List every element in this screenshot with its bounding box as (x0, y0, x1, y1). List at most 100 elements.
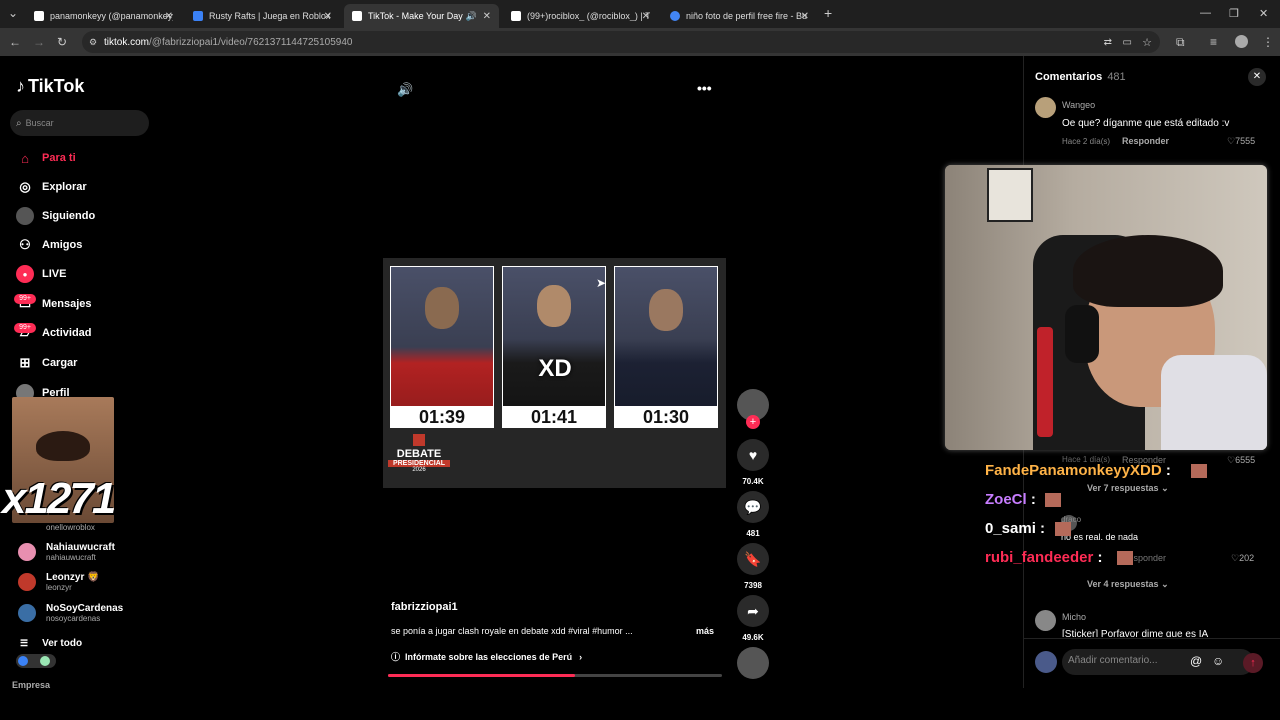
address-bar[interactable]: ⚙ tiktok.com/@fabrizziopai1/video/762137… (82, 31, 1160, 53)
tab-2[interactable]: Rusty Rafts | Juega en Roblox ✕ (185, 4, 340, 28)
tab-3[interactable]: TikTok - Make Your Day 🔊 ✕ (344, 4, 499, 28)
close-icon[interactable]: ✕ (1248, 68, 1266, 86)
nav-live[interactable]: ● LIVE (16, 265, 66, 283)
save-button[interactable]: 🔖 (737, 543, 769, 575)
comment-like[interactable]: ♡6555 (1227, 455, 1255, 466)
search-box[interactable]: ⌕ Buscar (10, 110, 149, 136)
view-replies-7[interactable]: Ver 7 respuestas ⌄ (1087, 483, 1169, 494)
site-info-icon[interactable]: ⚙ (89, 37, 97, 48)
comments-title: Comentarios (1035, 71, 1103, 83)
browser-toolbar: ← → ↻ ⚙ tiktok.com/@fabrizziopai1/video/… (0, 28, 1280, 56)
reload-icon[interactable]: ↻ (57, 35, 67, 49)
extensions-icon[interactable]: ⧉ (1176, 35, 1185, 49)
menu-icon[interactable]: ⋮ (1262, 35, 1274, 49)
account-name: Leonzyr 🦁 (46, 572, 100, 583)
nav-para-ti[interactable]: ⌂ Para ti (16, 149, 76, 167)
minimize-icon[interactable]: — (1200, 7, 1211, 19)
user-avatar (1035, 651, 1057, 673)
chat-user: FandePanamonkeyyXDD (985, 462, 1162, 479)
reply-button[interactable]: Responder (1122, 136, 1169, 146)
account-handle: nosoycardenas (46, 614, 101, 623)
account-item[interactable]: Nahiauwucraft nahiauwucraft (18, 542, 115, 562)
comment-like[interactable]: ♡7555 (1227, 136, 1255, 147)
tab-5[interactable]: niño foto de perfil free fire - Bu ✕ (662, 4, 817, 28)
app-toggle[interactable] (16, 654, 56, 668)
view-replies-4[interactable]: Ver 4 respuestas ⌄ (1087, 579, 1169, 590)
forward-icon[interactable]: → (33, 35, 45, 49)
cast-icon[interactable]: ▭ (1123, 37, 1132, 48)
music-disc[interactable] (737, 647, 769, 679)
media-controls-icon[interactable]: ≡ (1210, 35, 1217, 49)
sticker-icon (1191, 464, 1207, 478)
back-icon[interactable]: ← (9, 35, 21, 49)
reply-text: no es real. de nada (1061, 532, 1139, 542)
comment-avatar[interactable] (1035, 97, 1056, 118)
nav-label: Siguiendo (42, 210, 96, 222)
bookmark-star-icon[interactable]: ☆ (1142, 36, 1152, 49)
chat-user: ZoeCl (985, 491, 1027, 508)
follow-plus-icon[interactable]: + (746, 415, 760, 429)
comment-like[interactable]: ♡202 (1231, 553, 1254, 564)
election-info-link[interactable]: ⓘ Infórmate sobre las elecciones de Perú… (391, 650, 582, 663)
list-icon: ☰ (20, 638, 29, 648)
more-link[interactable]: más (696, 626, 714, 636)
like-button[interactable]: ♥ (737, 439, 769, 471)
close-tab-icon[interactable]: ✕ (642, 11, 650, 22)
close-tab-icon[interactable]: ✕ (801, 11, 809, 22)
chat-line: 0_sami : (985, 520, 1046, 537)
account-item[interactable]: NoSoyCardenas nosoycardenas (18, 603, 123, 623)
comment-input[interactable]: Añadir comentario... @ ☺ (1062, 649, 1254, 675)
friends-icon: ⚇ (19, 237, 31, 252)
candidate-panel-2: XD 01:41 (502, 266, 606, 428)
sticker-icon (1117, 551, 1133, 565)
emoji-icon[interactable]: ☺ (1212, 654, 1224, 668)
nav-cargar[interactable]: ⊞ Cargar (16, 354, 78, 372)
comment-user[interactable]: Wangeo (1062, 100, 1095, 110)
candidate-face (537, 285, 571, 327)
progress-track[interactable] (388, 674, 722, 677)
close-tab-icon[interactable]: ✕ (324, 11, 332, 22)
tab-1[interactable]: panamonkeyy (@panamonkeyy ✕ (26, 4, 181, 28)
chat-user: rubi_fandeeder (985, 549, 1094, 566)
account-handle: nahiauwucraft (46, 553, 96, 562)
share-button[interactable]: ➦ (737, 595, 769, 627)
search-input[interactable]: Buscar (26, 118, 54, 128)
volume-icon[interactable]: 🔊 (397, 82, 413, 98)
live-icon: ● (16, 265, 34, 283)
nav-label: Para ti (42, 152, 76, 164)
translate-icon[interactable]: ⇄ (1104, 37, 1112, 48)
close-tab-icon[interactable]: ✕ (483, 11, 491, 22)
mention-icon[interactable]: @ (1190, 654, 1202, 668)
seal-icon (413, 434, 425, 446)
account-item[interactable]: Leonzyr 🦁 leonzyr (18, 572, 100, 592)
video-player[interactable]: 01:39 XD 01:41 01:30 DEBATE PRESIDENCIAL… (383, 258, 726, 488)
search-icon: ⌕ (16, 117, 22, 129)
comment-user[interactable]: Micho (1062, 612, 1086, 622)
nav-amigos[interactable]: ⚇ Amigos (16, 236, 82, 254)
tab-4[interactable]: (99+)rociblox_ (@rociblox_) | Ti ✕ (503, 4, 658, 28)
tab-search-icon[interactable]: ⌄ (8, 6, 18, 20)
candidate-panel-1: 01:39 (390, 266, 494, 428)
see-all-link[interactable]: ☰ Ver todo (20, 638, 82, 649)
send-icon[interactable]: ↑ (1243, 653, 1263, 673)
candidate-panel-3: 01:30 (614, 266, 718, 428)
close-tab-icon[interactable]: ✕ (165, 11, 173, 22)
debate-year: 2026 (412, 467, 426, 473)
speaker-icon[interactable]: 🔊 (466, 11, 477, 22)
close-window-icon[interactable]: ✕ (1259, 7, 1268, 20)
avatar (18, 518, 36, 536)
nav-label: LIVE (42, 268, 67, 280)
maximize-icon[interactable]: ❐ (1229, 7, 1239, 20)
nav-label: Actividad (42, 327, 92, 339)
more-options-icon[interactable]: ••• (697, 80, 712, 96)
new-tab-icon[interactable]: + (824, 6, 832, 20)
profile-avatar[interactable] (1235, 35, 1248, 48)
comment-avatar[interactable] (1035, 610, 1056, 631)
video-author[interactable]: fabrizziopai1 (391, 601, 458, 613)
tiktok-logo[interactable]: ♪ TikTok (16, 76, 84, 97)
footer-link[interactable]: Empresa (12, 680, 50, 690)
account-item[interactable]: onellowroblox (18, 518, 95, 536)
nav-siguiendo[interactable]: Siguiendo (16, 207, 95, 225)
nav-explorar[interactable]: ◎ Explorar (16, 178, 86, 196)
comment-button[interactable]: 💬 (737, 491, 769, 523)
